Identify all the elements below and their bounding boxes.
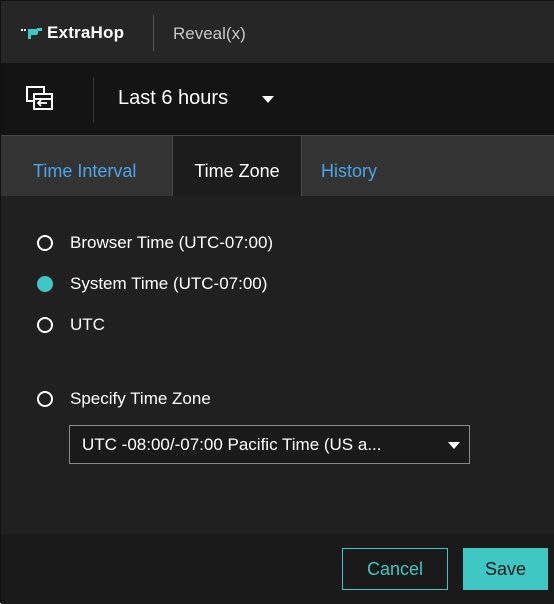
select-value: UTC -08:00/-07:00 Pacific Time (US a... <box>82 435 382 454</box>
tab-time-zone[interactable]: Time Zone <box>172 136 302 197</box>
tab-label: History <box>321 161 378 181</box>
radio-label: Specify Time Zone <box>70 389 211 408</box>
cancel-button[interactable]: Cancel <box>342 548 448 590</box>
radio-label: UTC <box>70 315 105 334</box>
tab-label: Time Interval <box>33 161 137 181</box>
chevron-down-icon[interactable] <box>262 96 274 103</box>
extrahop-logo-icon <box>21 28 42 39</box>
time-zone-dialog: ExtraHop Reveal(x) Last 6 hours Time Int… <box>0 0 554 604</box>
radio-button[interactable] <box>37 317 53 333</box>
time-selector-bar <box>1 63 554 135</box>
radio-button[interactable] <box>37 391 53 407</box>
product-name: Reveal(x) <box>173 24 246 43</box>
tab-bar: Time Interval Time Zone History <box>1 135 554 197</box>
time-range-dropdown[interactable]: Last 6 hours <box>118 87 228 110</box>
radio-system-time[interactable]: System Time (UTC-07:00) <box>37 274 267 294</box>
brand-name: ExtraHop <box>47 23 125 42</box>
tab-history[interactable]: History <box>321 136 377 197</box>
tab-label: Time Zone <box>194 161 280 181</box>
radio-button-selected[interactable] <box>37 276 53 292</box>
radio-label: Browser Time (UTC-07:00) <box>70 233 274 252</box>
time-compare-icon[interactable] <box>25 84 55 114</box>
tab-time-interval[interactable]: Time Interval <box>33 136 136 197</box>
radio-label: System Time (UTC-07:00) <box>70 274 268 293</box>
radio-browser-time[interactable]: Browser Time (UTC-07:00) <box>37 233 273 253</box>
radio-button[interactable] <box>37 235 53 251</box>
header-divider <box>153 15 154 51</box>
time-selector-divider <box>93 77 94 123</box>
brand[interactable]: ExtraHop <box>21 23 124 43</box>
time-zone-select[interactable]: UTC -08:00/-07:00 Pacific Time (US a... <box>69 425 470 464</box>
radio-specify-time-zone[interactable]: Specify Time Zone <box>37 389 211 409</box>
save-button[interactable]: Save <box>463 548 548 590</box>
radio-utc[interactable]: UTC <box>37 315 105 335</box>
chevron-down-icon[interactable] <box>448 442 460 449</box>
top-bar: ExtraHop Reveal(x) <box>1 1 554 63</box>
